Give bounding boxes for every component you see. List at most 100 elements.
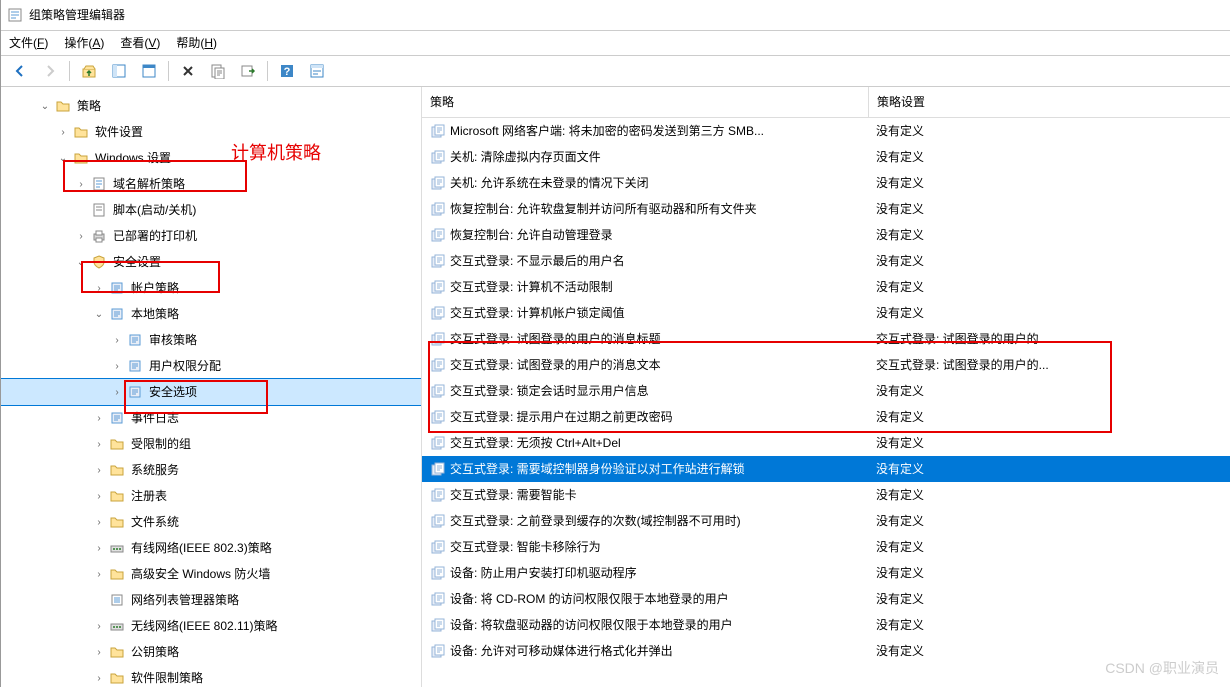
policy-setting: 没有定义 [868, 512, 1230, 530]
policy-row[interactable]: 交互式登录: 无须按 Ctrl+Alt+Del没有定义 [422, 430, 1230, 456]
tree-node[interactable]: ›审核策略 [1, 327, 421, 353]
tree-node[interactable]: ›软件设置 [1, 119, 421, 145]
column-header-setting[interactable]: 策略设置 [869, 87, 1230, 117]
tree-node-label: 文件系统 [131, 513, 179, 531]
chevron-right-icon[interactable]: › [109, 358, 125, 374]
policy-icon [430, 253, 446, 269]
policy-row[interactable]: Microsoft 网络客户端: 将未加密的密码发送到第三方 SMB...没有定… [422, 118, 1230, 144]
column-header-policy[interactable]: 策略 [422, 87, 869, 117]
tree-pane[interactable]: ⌄策略›软件设置⌄Windows 设置›域名解析策略脚本(启动/关机)›已部署的… [1, 87, 422, 687]
policy-setting: 交互式登录: 试图登录的用户的... [868, 356, 1230, 374]
properties-button[interactable] [205, 58, 231, 84]
chevron-right-icon[interactable]: › [73, 176, 89, 192]
chevron-down-icon[interactable]: ⌄ [55, 150, 71, 166]
chevron-right-icon[interactable]: › [91, 410, 107, 426]
menu-item-v[interactable]: 查看(V) [120, 34, 160, 52]
chevron-right-icon[interactable]: › [91, 488, 107, 504]
policy-row[interactable]: 设备: 允许对可移动媒体进行格式化并弹出没有定义 [422, 638, 1230, 664]
policy-setting: 没有定义 [868, 148, 1230, 166]
policy-row[interactable]: 交互式登录: 智能卡移除行为没有定义 [422, 534, 1230, 560]
tree-node[interactable]: ›注册表 [1, 483, 421, 509]
policy-row[interactable]: 交互式登录: 需要智能卡没有定义 [422, 482, 1230, 508]
tree-node[interactable]: ›有线网络(IEEE 802.3)策略 [1, 535, 421, 561]
tree-node[interactable]: ›系统服务 [1, 457, 421, 483]
policy-row[interactable]: 设备: 防止用户安装打印机驱动程序没有定义 [422, 560, 1230, 586]
policy-row[interactable]: 设备: 将软盘驱动器的访问权限仅限于本地登录的用户没有定义 [422, 612, 1230, 638]
chevron-down-icon[interactable]: ⌄ [91, 306, 107, 322]
tree-node[interactable]: › 软件限制策略 [1, 665, 421, 687]
tree-node[interactable]: 网络列表管理器策略 [1, 587, 421, 613]
policy-row[interactable]: 交互式登录: 需要域控制器身份验证以对工作站进行解锁没有定义 [422, 456, 1230, 482]
chevron-right-icon[interactable]: › [91, 566, 107, 582]
menu-item-a[interactable]: 操作(A) [64, 34, 104, 52]
policy-row[interactable]: 交互式登录: 不显示最后的用户名没有定义 [422, 248, 1230, 274]
chevron-right-icon[interactable]: › [91, 514, 107, 530]
chevron-right-icon[interactable]: › [91, 462, 107, 478]
app-icon [7, 7, 23, 23]
policy-row[interactable]: 交互式登录: 试图登录的用户的消息标题交互式登录: 试图登录的用户的... [422, 326, 1230, 352]
chevron-right-icon[interactable]: › [91, 670, 107, 686]
list-pane[interactable]: 策略 策略设置 Microsoft 网络客户端: 将未加密的密码发送到第三方 S… [422, 87, 1230, 687]
chevron-down-icon[interactable]: ⌄ [37, 98, 53, 114]
menu-item-h[interactable]: 帮助(H) [176, 34, 217, 52]
menu-item-f[interactable]: 文件(F) [9, 34, 48, 52]
tree-node[interactable]: ›已部署的打印机 [1, 223, 421, 249]
tree-node[interactable]: ›高级安全 Windows 防火墙 [1, 561, 421, 587]
help-button[interactable]: ? [274, 58, 300, 84]
tree-node[interactable]: ⌄策略 [1, 93, 421, 119]
policy-icon [430, 383, 446, 399]
policy-row[interactable]: 交互式登录: 提示用户在过期之前更改密码没有定义 [422, 404, 1230, 430]
show-header-button[interactable] [136, 58, 162, 84]
chevron-right-icon[interactable]: › [91, 540, 107, 556]
policy-row[interactable]: 设备: 将 CD-ROM 的访问权限仅限于本地登录的用户没有定义 [422, 586, 1230, 612]
tree-node[interactable]: › 文件系统 [1, 509, 421, 535]
policy-row[interactable]: 关机: 清除虚拟内存页面文件没有定义 [422, 144, 1230, 170]
policy-row[interactable]: 恢复控制台: 允许自动管理登录没有定义 [422, 222, 1230, 248]
tree-node[interactable]: ›安全选项 [1, 379, 421, 405]
tree-node[interactable]: ⌄本地策略 [1, 301, 421, 327]
tree-node[interactable]: ›受限制的组 [1, 431, 421, 457]
forward-button[interactable] [37, 58, 63, 84]
policy-setting: 没有定义 [868, 226, 1230, 244]
chevron-right-icon[interactable]: › [91, 644, 107, 660]
tree-node[interactable]: ›用户权限分配 [1, 353, 421, 379]
tree-node[interactable]: ›无线网络(IEEE 802.11)策略 [1, 613, 421, 639]
delete-button[interactable] [175, 58, 201, 84]
back-button[interactable] [7, 58, 33, 84]
policy-row[interactable]: 交互式登录: 计算机帐户锁定阈值没有定义 [422, 300, 1230, 326]
policy-name: 设备: 允许对可移动媒体进行格式化并弹出 [450, 642, 673, 660]
policy-row[interactable]: 交互式登录: 试图登录的用户的消息文本交互式登录: 试图登录的用户的... [422, 352, 1230, 378]
policy-row[interactable]: 关机: 允许系统在未登录的情况下关闭没有定义 [422, 170, 1230, 196]
policy-row[interactable]: 交互式登录: 之前登录到缓存的次数(域控制器不可用时)没有定义 [422, 508, 1230, 534]
tree-node[interactable]: ›域名解析策略 [1, 171, 421, 197]
chevron-right-icon[interactable]: › [109, 384, 125, 400]
tree-node[interactable]: ⌄安全设置 [1, 249, 421, 275]
tree-node[interactable]: › 帐户策略 [1, 275, 421, 301]
tree-node[interactable]: ›公钥策略 [1, 639, 421, 665]
tree-node[interactable]: › 事件日志 [1, 405, 421, 431]
chevron-right-icon[interactable]: › [91, 436, 107, 452]
folder-icon [73, 150, 89, 166]
chevron-right-icon[interactable]: › [73, 228, 89, 244]
chevron-down-icon[interactable]: ⌄ [73, 254, 89, 270]
policy-name: 设备: 将软盘驱动器的访问权限仅限于本地登录的用户 [450, 616, 733, 634]
tree-node[interactable]: ⌄Windows 设置 [1, 145, 421, 171]
tree-node[interactable]: 脚本(启动/关机) [1, 197, 421, 223]
tree-node-label: 软件限制策略 [131, 669, 203, 687]
chevron-right-icon[interactable]: › [91, 280, 107, 296]
policy-setting: 没有定义 [868, 122, 1230, 140]
policy-row[interactable]: 交互式登录: 锁定会话时显示用户信息没有定义 [422, 378, 1230, 404]
filter-button[interactable] [304, 58, 330, 84]
policy-icon [430, 123, 446, 139]
chevron-right-icon[interactable]: › [109, 332, 125, 348]
up-button[interactable] [76, 58, 102, 84]
policy-row[interactable]: 恢复控制台: 允许软盘复制并访问所有驱动器和所有文件夹没有定义 [422, 196, 1230, 222]
export-button[interactable] [235, 58, 261, 84]
tree-node-label: 事件日志 [131, 409, 179, 427]
tree-node-label: 帐户策略 [131, 279, 179, 297]
policy-icon [430, 175, 446, 191]
detail-pane-button[interactable] [106, 58, 132, 84]
chevron-right-icon[interactable]: › [91, 618, 107, 634]
chevron-right-icon[interactable]: › [55, 124, 71, 140]
policy-row[interactable]: 交互式登录: 计算机不活动限制没有定义 [422, 274, 1230, 300]
